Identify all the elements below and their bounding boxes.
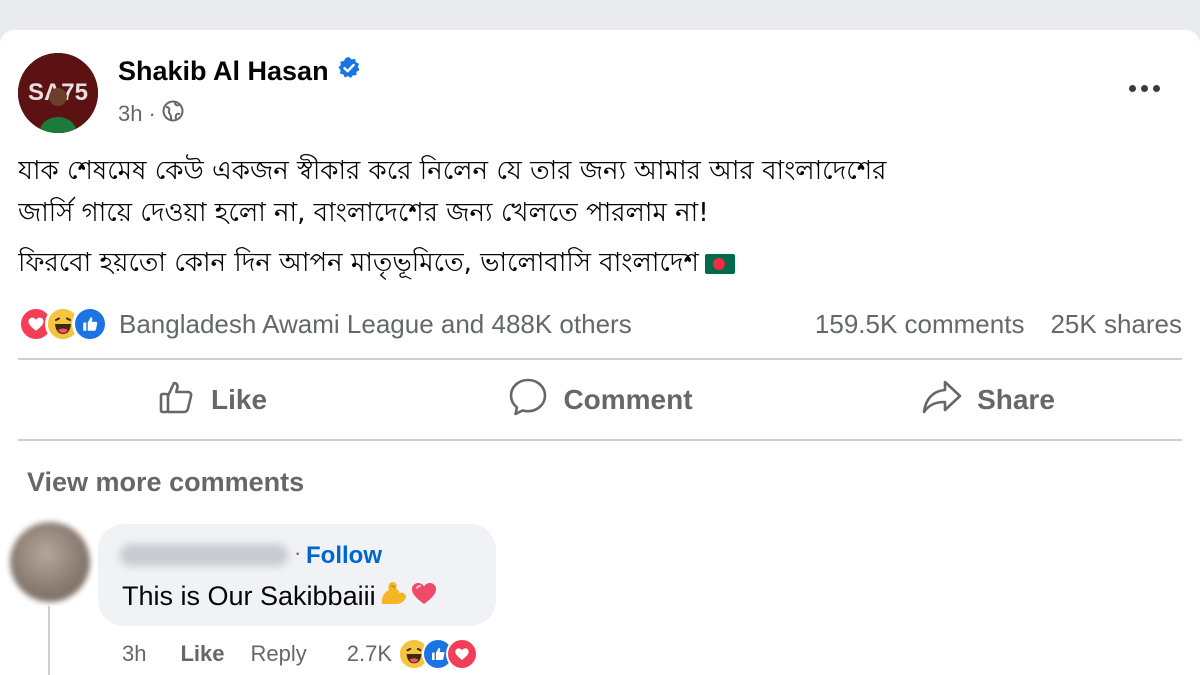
post-meta: 3h · — [118, 100, 184, 128]
more-dot-icon — [1140, 84, 1148, 92]
share-button[interactable]: Share — [794, 360, 1182, 440]
like-button[interactable]: Like — [18, 360, 406, 440]
bangladesh-flag-icon — [704, 254, 735, 274]
post-paragraph-with-flag: ফিরবো হয়তো কোন দিন আপন মাতৃভূমিতে, ভালো… — [18, 242, 1178, 284]
commenter-avatar[interactable] — [10, 522, 90, 602]
like-reaction-icon — [72, 306, 108, 342]
comment-like-button[interactable]: Like — [180, 641, 224, 667]
engagement-counts: 159.5K comments 25K shares — [815, 309, 1182, 340]
thumbs-up-icon — [157, 377, 197, 424]
like-label: Like — [210, 384, 268, 415]
love-reaction-icon — [446, 638, 479, 670]
post-paragraph: জার্সি গায়ে দেওয়া হলো না, বাংলাদেশের জ… — [18, 198, 709, 228]
more-dot-icon — [1128, 84, 1136, 92]
post-body: যাক শেষমেষ কেউ একজন স্বীকার করে নিলেন যে… — [18, 150, 1178, 292]
name-separator: · — [294, 540, 302, 565]
author-name-row: Shakib Al Hasan — [118, 56, 361, 87]
more-dot-icon — [1152, 84, 1160, 92]
divider — [18, 439, 1182, 441]
shares-count[interactable]: 25K shares — [1050, 309, 1182, 340]
globe-icon — [162, 100, 184, 128]
flexed-biceps-icon — [378, 578, 408, 615]
comment-button[interactable]: Comment — [406, 360, 794, 440]
comment-meta: 3h Like Reply 2.7K — [122, 638, 479, 670]
more-options-button[interactable] — [1124, 76, 1164, 100]
verified-icon — [337, 56, 361, 87]
follow-button[interactable]: Follow — [306, 542, 382, 570]
comment-bubble-icon — [507, 376, 549, 425]
meta-separator: · — [148, 101, 156, 126]
post-paragraph: যাক শেষমেষ কেউ একজন স্বীকার করে নিলেন যে… — [18, 156, 887, 186]
reaction-icons[interactable] — [18, 306, 108, 342]
comment-bubble: · Follow This is Our Sakibbaiii — [98, 524, 496, 626]
comments-count[interactable]: 159.5K comments — [815, 309, 1025, 340]
share-arrow-icon — [921, 376, 963, 425]
author-avatar[interactable]: SA75 — [18, 53, 98, 133]
reactions-summary[interactable]: Bangladesh Awami League and 488K others — [119, 309, 632, 340]
comment-reaction-count[interactable]: 2.7K — [347, 641, 392, 667]
comment-label: Comment — [563, 384, 693, 415]
action-bar: Like Comment Share — [18, 360, 1182, 440]
share-label: Share — [977, 384, 1055, 415]
comment-text: This is Our Sakibbaiii — [122, 581, 376, 611]
post-time[interactable]: 3h — [118, 101, 142, 127]
reactions-row: Bangladesh Awami League and 488K others … — [18, 302, 1182, 346]
heart-icon — [410, 580, 438, 613]
post-paragraph: ফিরবো হয়তো কোন দিন আপন মাতৃভূমিতে, ভালো… — [18, 248, 699, 278]
author-name[interactable]: Shakib Al Hasan — [118, 56, 329, 87]
comment-text-row: This is Our Sakibbaiii — [122, 578, 438, 615]
commenter-name-redacted[interactable] — [120, 544, 288, 566]
comment-reply-button[interactable]: Reply — [251, 641, 307, 667]
thread-line — [48, 606, 50, 675]
comment-time[interactable]: 3h — [122, 641, 146, 667]
view-more-comments-link[interactable]: View more comments — [27, 467, 304, 498]
